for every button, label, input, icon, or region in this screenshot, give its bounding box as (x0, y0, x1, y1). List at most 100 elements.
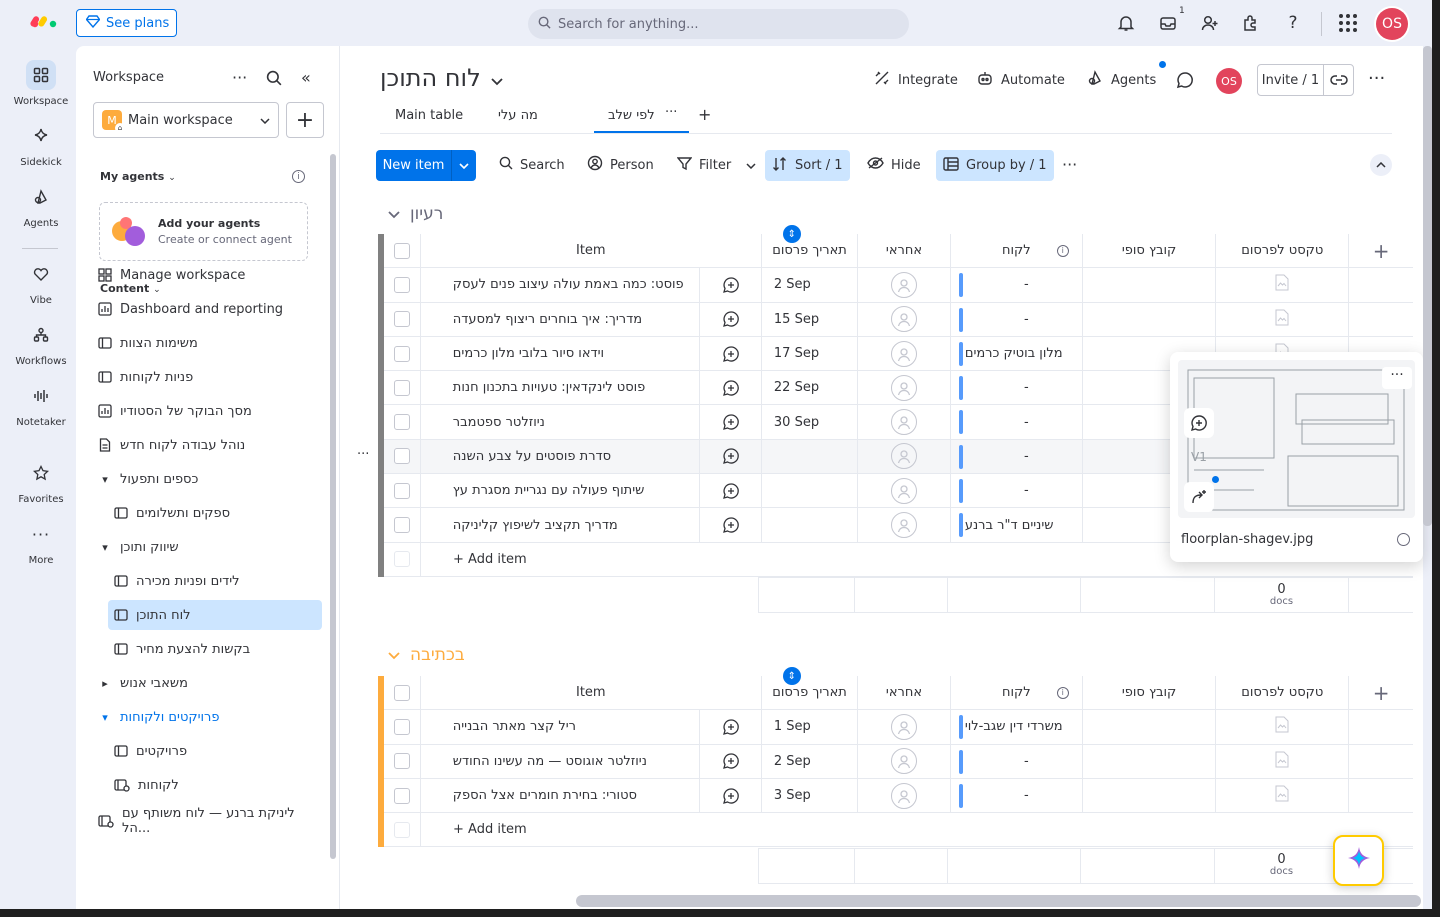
add-item-button[interactable]: + Add item (421, 543, 527, 576)
client-cell[interactable]: - (951, 744, 1083, 778)
sidebar-item-12[interactable]: בקשות להצעת מחיר (108, 634, 322, 664)
row-more-icon[interactable]: ··· (357, 447, 369, 462)
inbox-icon[interactable] (1158, 13, 1178, 33)
row-checkbox[interactable] (384, 508, 421, 542)
add-to-workspace-button[interactable]: + (286, 102, 324, 138)
add-comment-icon[interactable] (1184, 408, 1214, 438)
column-client[interactable]: לקוח i (951, 234, 1083, 268)
apps-puzzle-icon[interactable] (1241, 13, 1261, 33)
client-cell[interactable]: - (951, 268, 1083, 302)
sidebar-item-11[interactable]: לוח התוכן (108, 600, 322, 630)
date-cell[interactable]: 15 Sep (762, 302, 859, 336)
sidebar-item-16[interactable]: לקוחות (108, 770, 322, 800)
my-agents-header[interactable]: My agents ⌄ (100, 170, 176, 183)
info-icon[interactable]: i (1056, 686, 1069, 699)
apps-grid-icon[interactable] (1338, 13, 1358, 33)
preview-more-icon[interactable]: ··· (1382, 367, 1412, 389)
client-cell[interactable]: מלון בוטיק כרמים (951, 336, 1083, 371)
collapse-sidebar-icon[interactable]: « (301, 68, 311, 87)
sidebar-item-4[interactable]: פניות לקוחות (92, 362, 322, 392)
item-name[interactable]: מדריך: איך בוחרים ריצוף למסעדה (421, 302, 701, 336)
item-name[interactable]: סטורי: בחירת חומרים אצל הספק (421, 778, 701, 813)
file-cell[interactable] (1083, 268, 1217, 302)
add-view-icon[interactable]: + (698, 105, 711, 124)
row-checkbox[interactable] (384, 268, 421, 302)
invite-button[interactable]: Invite / 1 (1257, 64, 1354, 96)
column-file[interactable]: קובץ סופי (1083, 676, 1217, 710)
add-item-row[interactable]: + Add item (384, 813, 1413, 848)
text-cell[interactable] (1216, 302, 1350, 336)
tab-my-items[interactable]: מה עלי (498, 108, 538, 123)
docs-summary[interactable]: 0 docs (1215, 578, 1349, 612)
item-name[interactable]: מדריך תקציב לשיפוץ קליניקה (421, 508, 701, 542)
item-name[interactable]: וידאו סיור בלובי מלון כרמים (421, 336, 701, 371)
add-update-icon[interactable] (700, 508, 762, 542)
board-owner-avatar[interactable]: OS (1216, 68, 1242, 94)
sort-button[interactable]: Sort / 1 (765, 150, 850, 181)
workspace-selector[interactable]: M ⌂ Main workspace (93, 102, 279, 138)
ai-assistant-button[interactable] (1333, 835, 1384, 886)
sidebar-item-1[interactable]: Manage workspace (92, 260, 322, 290)
chevron-down-icon[interactable] (452, 150, 476, 181)
sidebar-item-7[interactable]: ▾ כספים ותפעול (92, 464, 322, 494)
date-cell[interactable]: 30 Sep (762, 405, 859, 439)
date-cell[interactable]: 17 Sep (762, 336, 859, 371)
sidebar-item-13[interactable]: ▸ משאבי אנוש (92, 668, 322, 698)
add-update-icon[interactable] (700, 405, 762, 439)
row-checkbox[interactable] (384, 744, 421, 778)
text-cell[interactable] (1216, 710, 1350, 744)
file-cell[interactable] (1083, 744, 1217, 778)
sidebar-item-2[interactable]: Dashboard and reporting (92, 294, 322, 324)
add-agents-card[interactable]: Add your agents Create or connect agent (99, 202, 308, 261)
row-checkbox[interactable] (384, 336, 421, 371)
board-title[interactable]: לוח התוכן (380, 64, 503, 92)
item-name[interactable]: סדרת פוסטים על צבע השנה (421, 439, 701, 474)
owner-cell[interactable] (858, 302, 951, 336)
item-name[interactable]: ניוזלטר ספטמבר (421, 405, 701, 439)
sidebar-item-17[interactable]: ליניקת ברנע — לוח משותף עם הל... (92, 806, 322, 836)
sidebar-item-15[interactable]: פרויקטים (108, 736, 322, 766)
client-cell[interactable]: - (951, 405, 1083, 439)
add-update-icon[interactable] (700, 371, 762, 405)
user-avatar[interactable]: OS (1376, 8, 1408, 40)
row-checkbox[interactable] (384, 710, 421, 744)
group-by-button[interactable]: Group by / 1 (936, 150, 1054, 181)
add-column-icon[interactable]: + (1349, 234, 1413, 267)
date-cell[interactable] (762, 439, 859, 474)
sidebar-item-9[interactable]: ▾ שיווק ותוכן (92, 532, 322, 562)
add-update-icon[interactable] (700, 778, 762, 813)
rail-vibe[interactable]: Vibe (6, 259, 76, 306)
caret-down-icon[interactable]: ▾ (98, 541, 112, 554)
client-cell[interactable]: - (951, 439, 1083, 474)
info-icon[interactable]: i (1056, 244, 1069, 257)
client-cell[interactable]: - (951, 302, 1083, 336)
see-plans-button[interactable]: See plans (76, 9, 177, 37)
tab-more-icon[interactable]: ··· (665, 105, 677, 120)
chat-bubble-icon[interactable] (1176, 71, 1194, 93)
owner-cell[interactable] (858, 439, 951, 474)
column-owner[interactable]: אחראי (858, 676, 951, 710)
client-cell[interactable]: - (951, 778, 1083, 813)
add-update-icon[interactable] (700, 744, 762, 778)
client-cell[interactable]: - (951, 474, 1083, 508)
docs-summary[interactable]: 0 docs (1215, 848, 1349, 883)
column-client[interactable]: לקוח i (951, 676, 1083, 710)
agents-button[interactable]: Agents (1087, 70, 1156, 90)
column-file[interactable]: קובץ סופי (1083, 234, 1217, 268)
group-title[interactable]: רעיון (388, 204, 443, 224)
file-preview-card[interactable]: ··· V1 floorplan-shagev.jpg (1170, 352, 1423, 562)
table-row[interactable]: פוסט: כמה באמת עולה עיצוב פנים לעסק 2 Sep… (384, 268, 1413, 303)
chevron-down-icon[interactable] (388, 645, 400, 665)
sidebar-scrollbar[interactable] (330, 154, 336, 859)
annotate-icon[interactable] (1184, 482, 1214, 512)
item-name[interactable]: ריל קצר מאתר הבנייה (421, 710, 701, 744)
sidebar-item-3[interactable]: משימות הצוות (92, 328, 322, 358)
owner-cell[interactable] (858, 474, 951, 508)
text-cell[interactable] (1216, 778, 1350, 813)
table-row[interactable]: סטורי: בחירת חומרים אצל הספק 3 Sep - (384, 778, 1413, 814)
caret-down-icon[interactable]: ▾ (98, 473, 112, 486)
group-title[interactable]: בכתיבה (388, 645, 465, 665)
toolbar-more-icon[interactable]: ··· (1062, 155, 1077, 174)
caret-down-icon[interactable]: ▾ (98, 711, 112, 724)
rail-notetaker[interactable]: Notetaker (6, 381, 76, 428)
